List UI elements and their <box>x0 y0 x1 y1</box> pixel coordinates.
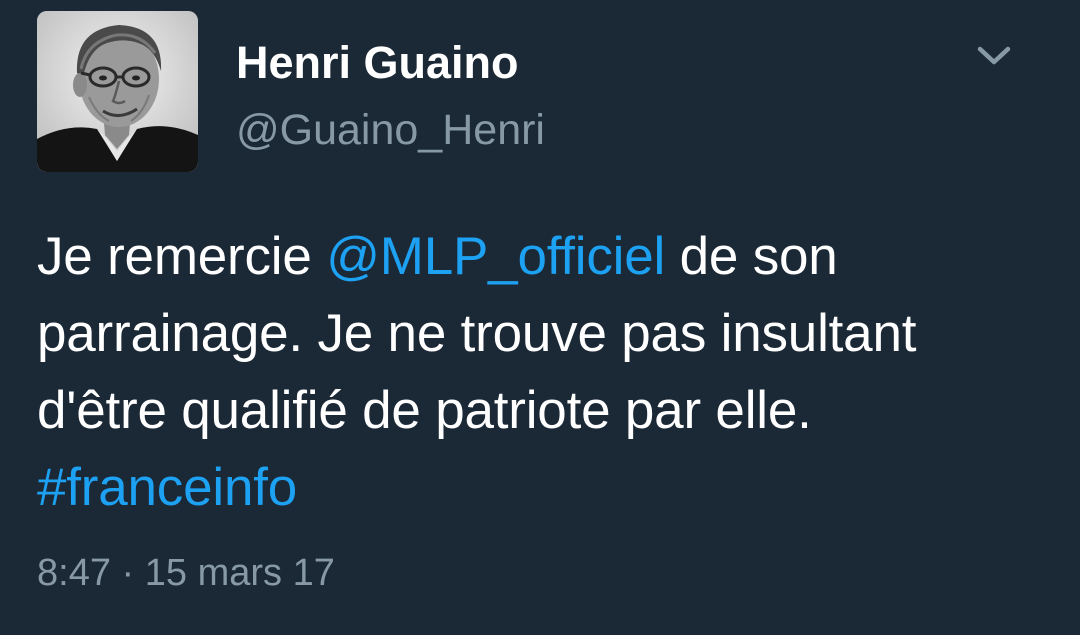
hashtag-link[interactable]: #franceinfo <box>37 458 297 517</box>
avatar-image <box>37 11 198 172</box>
tweet-time: 8:47 <box>37 552 111 594</box>
timestamp-separator: · <box>110 552 145 594</box>
mention-link[interactable]: @MLP_officiel <box>326 227 665 286</box>
tweet-date: 15 mars 17 <box>144 552 335 594</box>
display-name[interactable]: Henri Guaino <box>236 36 519 90</box>
tweet-card: Henri Guaino @Guaino_Henri Je remercie @… <box>0 0 1080 635</box>
tweet-text-part: Je remercie <box>37 227 327 286</box>
avatar[interactable] <box>37 11 198 172</box>
timestamp: 8:47 · 15 mars 17 <box>37 550 335 596</box>
user-handle[interactable]: @Guaino_Henri <box>236 104 545 156</box>
chevron-down-icon[interactable] <box>972 38 1016 74</box>
tweet-text: Je remercie @MLP_officiel de son parrain… <box>37 218 1057 526</box>
